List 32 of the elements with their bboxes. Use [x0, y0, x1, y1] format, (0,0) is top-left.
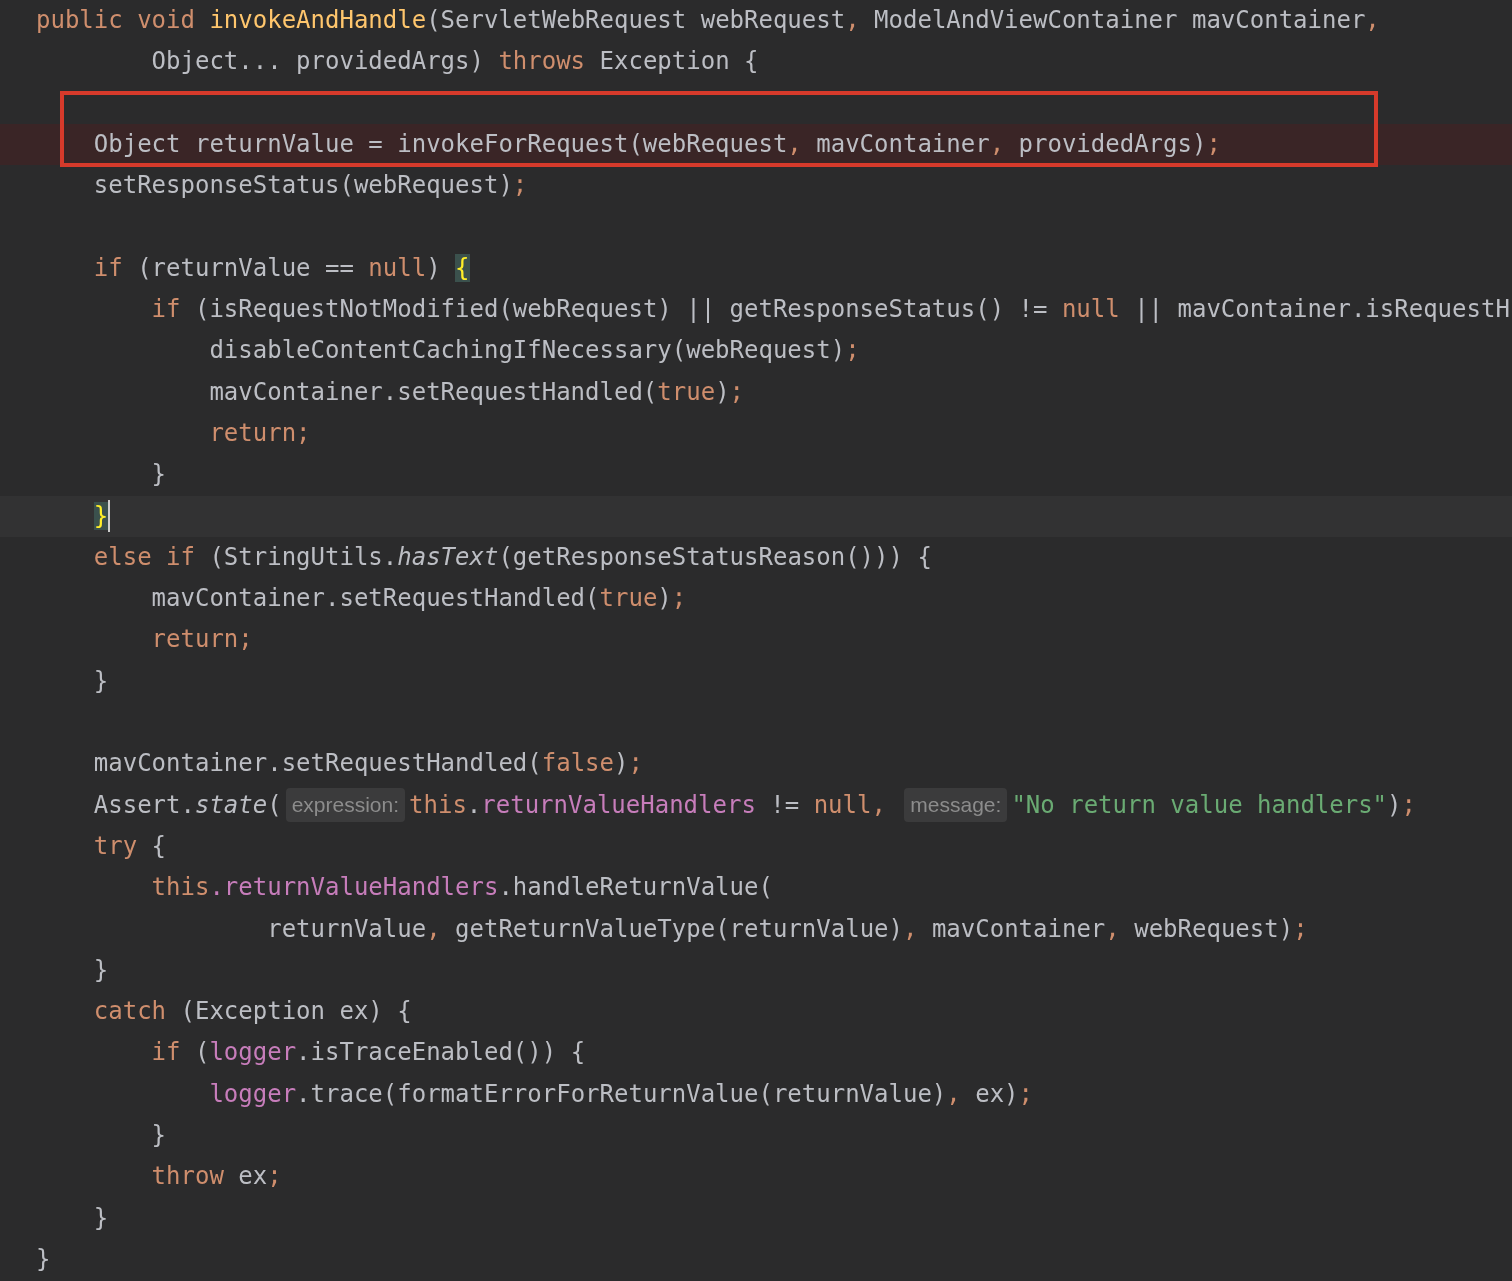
code-text: } [151, 1120, 167, 1151]
code-text: mavContainer.setRequestHandled(true); [209, 376, 745, 408]
code-text: } [151, 459, 167, 491]
code-text: } [93, 500, 109, 532]
code-text: else if (StringUtils.hasText(getResponseStatusReason())) { [93, 541, 932, 573]
code-text: if (logger.isTraceEnabled()) { [151, 1037, 586, 1069]
parameter-hint: message: [904, 788, 1008, 823]
code-text: Object... providedArgs) throws Exception { [151, 46, 759, 78]
code-text: Assert.state( [93, 789, 282, 821]
code-text: setResponseStatus(webRequest); [93, 170, 528, 202]
code-text: "No return value handlers"); [1011, 789, 1416, 821]
code-text: throw ex; [151, 1161, 282, 1193]
code-text: public void invokeAndHandle(ServletWebRequest webRequest, ModelAndViewContainer mavContainer, [36, 5, 1380, 36]
code-text: mavContainer.setRequestHandled(true); [151, 583, 687, 615]
code-text: } [93, 665, 109, 697]
code-text: if (returnValue == null) { [93, 252, 470, 284]
code-text: catch (Exception ex) { [93, 996, 412, 1028]
code-text: returnValue, getReturnValueType(returnValue), mavContainer, webRequest); [267, 913, 1308, 945]
code-text: } [93, 1202, 109, 1234]
code-text: mavContainer.setRequestHandled(false); [93, 748, 643, 780]
code-text: } [93, 954, 109, 986]
code-text: if (isRequestNotModified(webRequest) || getResponseStatus() != null || mavContainer.isRequestH [151, 294, 1510, 326]
code-text: this.returnValueHandlers != null, [409, 789, 887, 821]
code-text: disableContentCachingIfNecessary(webRequest); [209, 335, 860, 367]
parameter-hint: expression: [285, 788, 406, 823]
code-text: return; [209, 417, 311, 449]
code-text: logger.trace(formatErrorForReturnValue(returnValue), ex); [209, 1078, 1034, 1110]
code-text: Object returnValue = invokeForRequest(webRequest, mavContainer, providedArgs); [93, 128, 1221, 160]
code-text: } [36, 1243, 51, 1275]
code-text: return; [151, 624, 253, 656]
code-text: try { [93, 830, 167, 862]
code-text: this.returnValueHandlers.handleReturnValue( [151, 872, 773, 904]
